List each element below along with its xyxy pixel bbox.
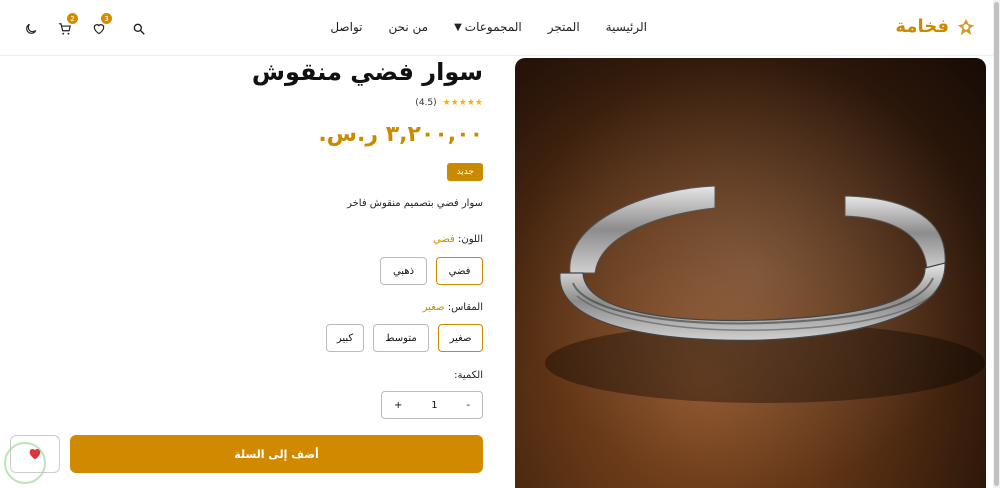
nav-home[interactable]: الرئيسية: [606, 20, 647, 34]
product-description: سوار فضي بتصميم منقوش فاخر: [347, 198, 483, 209]
search-button[interactable]: [122, 18, 156, 40]
new-badge: جديد: [447, 163, 483, 181]
quantity-stepper: + 1 -: [381, 391, 483, 419]
product-title: سوار فضي منقوش: [251, 58, 483, 86]
nav-collections[interactable]: المجموعات ▼: [454, 20, 522, 34]
nav-collections-label: المجموعات: [464, 20, 522, 34]
size-option-medium[interactable]: متوسط: [373, 324, 429, 352]
watermark-logo: [4, 442, 46, 484]
product-image: [515, 58, 986, 488]
bracelet-illustration: [515, 58, 986, 488]
nav-shop[interactable]: المتجر: [548, 20, 580, 34]
cart-count-badge: 2: [67, 13, 78, 24]
brand-logo[interactable]: فخامة: [895, 16, 975, 37]
moon-icon: [26, 23, 37, 34]
quantity-label: الكمية:: [454, 370, 483, 381]
color-options: فضي ذهبي: [380, 257, 483, 285]
quantity-increase-button[interactable]: +: [394, 400, 402, 411]
size-options: صغير متوسط كبير: [326, 324, 483, 352]
site-header: فخامة الرئيسية المتجر المجموعات ▼ من نحن…: [0, 0, 993, 56]
quantity-decrease-button[interactable]: -: [466, 400, 470, 411]
size-label: المقاس: صغير: [423, 302, 483, 313]
header-icons: 2 3: [14, 13, 156, 40]
cart-button[interactable]: 2: [48, 13, 82, 40]
color-option-silver[interactable]: فضي: [436, 257, 483, 285]
size-option-small[interactable]: صغير: [438, 324, 483, 352]
search-icon: [133, 23, 145, 35]
color-label: اللون: فضي: [433, 234, 483, 245]
heart-icon: [93, 24, 105, 35]
product-details: سوار فضي منقوش ★★★★★ (4.5) ٣,٢٠٠,٠٠ ر.س.…: [63, 58, 483, 488]
main-nav: الرئيسية المتجر المجموعات ▼ من نحن تواصل: [330, 20, 647, 34]
brand-name: فخامة: [895, 16, 949, 37]
product-price: ٣,٢٠٠,٠٠ ر.س.: [318, 122, 483, 147]
rating-value: (4.5): [415, 98, 437, 108]
color-selected-value: فضي: [433, 234, 455, 245]
scrollbar-thumb[interactable]: [994, 2, 999, 486]
size-selected-value: صغير: [422, 302, 445, 313]
scrollbar[interactable]: [993, 0, 1000, 488]
cart-icon: [59, 23, 71, 35]
wishlist-count-badge: 3: [101, 13, 112, 24]
product-rating: ★★★★★ (4.5): [415, 98, 483, 108]
nav-about[interactable]: من نحن: [388, 20, 428, 34]
color-label-text: اللون:: [457, 234, 483, 245]
size-option-large[interactable]: كبير: [326, 324, 364, 352]
wishlist-button[interactable]: 3: [82, 13, 116, 40]
rating-stars: ★★★★★: [442, 98, 483, 108]
jewel-icon: [957, 18, 975, 35]
color-option-gold[interactable]: ذهبي: [380, 257, 427, 285]
nav-contact[interactable]: تواصل: [330, 20, 362, 34]
quantity-value[interactable]: 1: [431, 400, 437, 411]
add-to-cart-button[interactable]: أضف إلى السلة: [70, 435, 483, 473]
size-label-text: المقاس:: [447, 302, 483, 313]
caret-down-icon: ▼: [454, 21, 462, 33]
dark-mode-toggle[interactable]: [14, 18, 48, 40]
